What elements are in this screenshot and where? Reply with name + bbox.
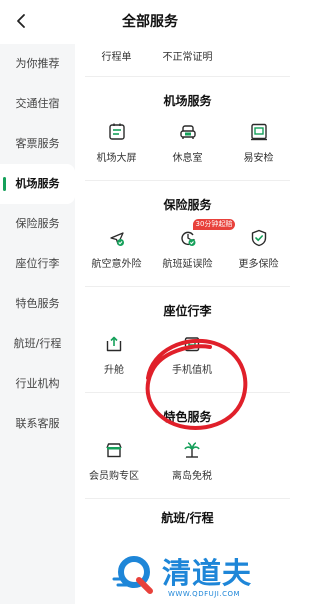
watermark-brand: 清道夫	[162, 556, 253, 590]
shield-check-icon	[251, 229, 266, 247]
divider	[85, 286, 290, 287]
delay-insurance-icon	[180, 231, 195, 246]
partial-icons	[100, 44, 260, 48]
service-content: 行程单 不正常证明 机场服务 机场大屏 休息室 易安检 保险服务 航空意外险 3…	[75, 44, 300, 604]
divider	[85, 498, 290, 499]
security-check-icon	[250, 123, 267, 141]
service-lounge[interactable]: 休息室	[153, 121, 223, 164]
mobile-checkin-icon	[184, 337, 200, 352]
service-upgrade[interactable]: 升舱	[81, 333, 147, 376]
service-label: 离岛免税	[172, 471, 212, 482]
divider	[85, 76, 290, 77]
sidebar-item-industry[interactable]: 行业机构	[0, 364, 75, 404]
sidebar-item-flight-trip[interactable]: 航班/行程	[0, 324, 75, 364]
section-title-airport: 机场服务	[163, 94, 212, 108]
section-title-special: 特色服务	[163, 410, 212, 424]
service-label: 航班延误险	[162, 259, 213, 270]
divider	[85, 180, 290, 181]
special-services-grid: 会员购专区 离岛免税	[75, 439, 300, 482]
watermark: 清道夫 WWW.QDFUJI.COM	[0, 548, 300, 604]
sidebar-item-label: 机场服务	[15, 177, 60, 190]
sidebar-item-label: 客票服务	[15, 137, 60, 150]
sidebar-item-seat-baggage[interactable]: 座位行李	[0, 244, 75, 284]
service-label: 休息室	[172, 153, 203, 164]
flight-insurance-icon	[109, 232, 124, 246]
member-shop-icon	[106, 443, 122, 458]
airport-services-grid: 机场大屏 休息室 易安检	[75, 121, 300, 164]
section-title-seat-baggage: 座位行李	[163, 304, 212, 318]
service-more-insurance[interactable]: 更多保险	[224, 227, 294, 270]
sidebar-item-special[interactable]: 特色服务	[0, 284, 75, 324]
sidebar-item-label: 保险服务	[15, 217, 60, 230]
section-title-flight-trip: 航班/行程	[161, 511, 214, 525]
service-airport-screen[interactable]: 机场大屏	[82, 121, 152, 164]
insurance-grid: 航空意外险 30分钟起赔 航班延误险 更多保险	[75, 219, 300, 270]
active-indicator	[3, 177, 6, 191]
section-title-insurance: 保险服务	[163, 198, 212, 212]
sidebar-item-label: 交通住宿	[15, 97, 60, 110]
service-label: 机场大屏	[96, 153, 137, 164]
sidebar-item-label: 航班/行程	[13, 337, 62, 350]
service-label: 行程单	[101, 52, 132, 63]
sidebar-item-transport[interactable]: 交通住宿	[0, 84, 75, 124]
service-label: 易安检	[243, 153, 274, 164]
sidebar-item-label: 座位行李	[15, 257, 60, 270]
service-label: 会员购专区	[89, 471, 139, 482]
header-bar: 全部服务	[0, 0, 300, 44]
seat-baggage-grid: 升舱 手机值机	[75, 333, 300, 376]
service-easy-security[interactable]: 易安检	[224, 121, 294, 164]
sidebar-item-airport[interactable]: 机场服务	[0, 164, 75, 204]
upgrade-icon	[106, 336, 122, 352]
service-island-duty-free[interactable]: 离岛免税	[159, 439, 225, 482]
page-title: 全部服务	[122, 14, 178, 30]
watermark-url: WWW.QDFUJI.COM	[168, 590, 241, 598]
service-flight-delay-insurance[interactable]: 30分钟起赔 航班延误险	[153, 219, 236, 270]
sidebar-item-label: 为你推荐	[15, 57, 60, 70]
service-flight-accident-insurance[interactable]: 航空意外险	[82, 227, 152, 270]
service-label: 手机值机	[172, 365, 212, 376]
sidebar-item-label: 行业机构	[15, 377, 60, 390]
service-label: 航空意外险	[91, 259, 142, 270]
sidebar-item-customer-service[interactable]: 联系客服	[0, 404, 75, 444]
airport-screen-icon	[108, 123, 125, 140]
service-mobile-checkin[interactable]: 手机值机	[159, 333, 225, 376]
sidebar-item-label: 特色服务	[15, 297, 60, 310]
watermark-logo-icon	[112, 556, 153, 594]
lounge-sofa-icon	[179, 125, 196, 139]
service-label: 升舱	[104, 365, 124, 376]
sidebar-item-recommend[interactable]: 为你推荐	[0, 44, 75, 84]
divider	[85, 392, 290, 393]
service-label: 更多保险	[238, 259, 279, 270]
island-dutyfree-icon	[184, 442, 200, 458]
service-label: 不正常证明	[162, 52, 213, 63]
sidebar-item-label: 联系客服	[15, 417, 60, 430]
service-member-shop[interactable]: 会员购专区	[81, 439, 147, 482]
sidebar-item-insurance[interactable]: 保险服务	[0, 204, 75, 244]
sidebar-item-ticket[interactable]: 客票服务	[0, 124, 75, 164]
category-sidebar: 为你推荐 交通住宿 客票服务 机场服务 保险服务 座位行李 特色服务 航班/行程…	[0, 44, 75, 604]
